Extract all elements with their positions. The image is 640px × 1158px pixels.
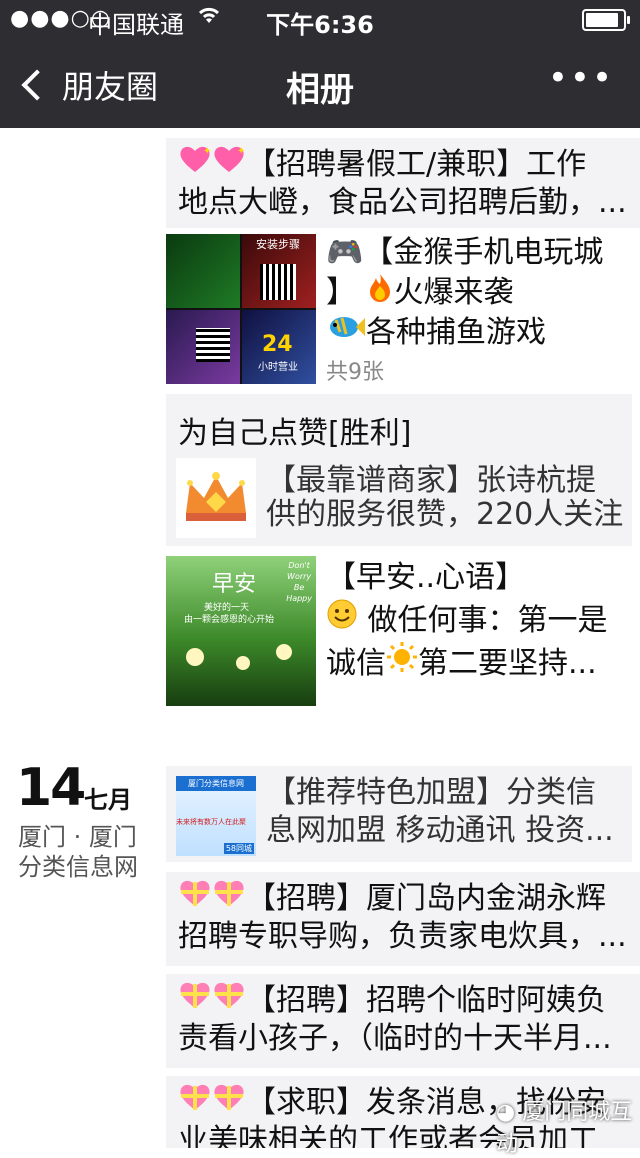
thumbnail-text: 24 [262,332,293,357]
battery-icon [582,9,630,31]
battery-level [586,13,618,27]
thumbnail-text: 小时营业 [258,362,298,373]
post-thumbnail [166,310,240,384]
post-image-grid[interactable]: 安装步骤 24 小时营业 [166,234,316,384]
post-text: 火爆来袭 [393,275,514,310]
post-text: 招聘专职导购，负责家电炊具，... [178,919,627,954]
gift-heart-icon [212,1082,246,1122]
post-text: 【早安..心语】 [326,560,526,595]
gift-heart-icon [178,980,212,1020]
post-text: 【招聘】厦门岛内金湖永辉 [246,881,606,916]
post-item[interactable]: ✦ ✦ 【招聘暑假工/兼职】工作 地点大嶝，食品公司招聘后勤，... [166,138,640,228]
post-text-block[interactable]: 🎮【金猴手机电玩城 】 火爆来袭 各种捕鱼游戏 共9张 [326,234,632,392]
post-text: 做任何事：第一是 [367,603,608,638]
gift-heart-icon [212,878,246,918]
post-text: 各种捕鱼游戏 [366,315,546,350]
svg-text:✦: ✦ [237,146,245,157]
post-thumbnail: 安装步骤 [242,234,316,308]
post-thumbnail: 厦门分类信息网 未来将有数万人在此聚 58同城 [176,776,256,856]
flower-icon [186,648,204,666]
gamepad-icon: 🎮 [326,235,364,270]
post-thumbnail: 24 小时营业 [242,310,316,384]
fish-icon [326,315,366,350]
thumbnail-text: 58同城 [223,843,254,854]
post-location: 厦门 · 厦门 分类信息网 [18,823,138,881]
nav-bar: 朋友圈 相册 ••• [0,40,640,128]
thumbnail-caption: Don't Worry Be Happy [286,561,312,603]
thumbnail-text: 未来将有数万人在此聚 [176,818,246,826]
share-title: 【最靠谱商家】张诗杭提 [266,463,596,498]
post-text: 【招聘】招聘个临时阿姨负 [246,983,606,1018]
status-bar: ●●●○○ 中国联通 下午6:36 [0,0,640,40]
qr-code-icon [260,264,296,300]
clock: 下午6:36 [266,11,374,39]
post-text: 【招聘暑假工/兼职】工作 [246,147,587,182]
thumbnail-text: 安装步骤 [256,238,300,251]
thumbnail-text: 早安 [212,572,257,597]
date-day: 14 [16,758,86,818]
share-title: 【推荐特色加盟】分类信 [266,775,596,810]
svg-text:✦: ✦ [203,146,211,157]
share-text: 供的服务很赞，220人关注 [266,497,624,532]
more-options-button[interactable]: ••• [548,58,614,98]
thumbnail-text: 由一颗会感恩的心开始 [184,615,275,625]
post-thumbnail [166,234,240,308]
date-month: 七月 [84,786,132,814]
thumbnail-text: 厦门分类信息网 [176,776,256,791]
post-text-block[interactable]: 【早安..心语】 做任何事：第一是 诚信 第二要坚持... [326,558,632,684]
post-text: 诚信 [326,646,386,681]
sparkling-heart-icon: ✦ [178,144,212,184]
post-item[interactable]: 【招聘】招聘个临时阿姨负 责看小孩子，（临时的十天半月... [166,974,640,1068]
post-text: 责看小孩子，（临时的十天半月... [178,1021,612,1056]
post-text: 【金猴手机电玩城 [363,235,604,270]
wechat-logo-icon: ◕ [496,1100,523,1125]
gift-heart-icon [178,1082,212,1122]
post-text: 【求职】发条消息， [246,1085,516,1120]
fire-icon [366,274,394,310]
sun-icon [386,642,418,681]
sparkling-heart-icon: ✦ [212,144,246,184]
post-item[interactable]: 【招聘】厦门岛内金湖永辉 招聘专职导购，负责家电炊具，... [166,872,640,966]
flower-icon [276,644,292,660]
gift-heart-icon [212,980,246,1020]
share-text: 息网加盟 移动通讯 投资... [266,813,614,848]
flower-icon [236,656,250,670]
smile-icon [326,599,358,638]
post-thumbnail[interactable]: 早安 美好的一天 由一颗会感恩的心开始 Don't Worry Be Happy [166,556,316,706]
watermark: ◕ 厦门同城互动 [496,1100,633,1157]
post-item[interactable]: 厦门分类信息网 未来将有数万人在此聚 58同城 【推荐特色加盟】分类信 息网加盟… [166,766,632,862]
image-count: 共9张 [326,360,384,385]
post-text: 地点大嶝，食品公司招聘后勤，... [178,185,627,220]
page-title: 相册 [286,70,354,110]
post-text: 为自己点赞[胜利] [178,416,412,451]
gift-heart-icon [178,878,212,918]
crown-icon [176,458,256,538]
post-text: 】 [326,275,356,310]
post-item[interactable]: 为自己点赞[胜利] 【最靠谱商家】张诗杭提 供的服务很赞，220人关注 [166,394,632,546]
post-text: 第二要坚持... [418,646,597,681]
qr-code-icon [196,328,230,362]
